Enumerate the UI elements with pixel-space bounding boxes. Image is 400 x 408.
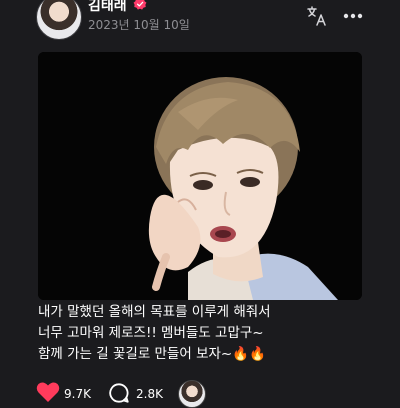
like-count: 9.7K — [64, 387, 91, 401]
post-caption: 내가 말했던 올해의 목표를 이루게 해줘서 너무 고마워 제로즈!! 멤버들도… — [38, 302, 368, 365]
portrait-image — [38, 52, 362, 300]
author-avatar[interactable] — [36, 0, 82, 40]
translate-icon[interactable] — [305, 4, 329, 28]
post-date: 2023년 10월 10일 — [88, 18, 190, 32]
comment-bubble-icon[interactable] — [108, 382, 130, 404]
caption-line: 내가 말했던 올해의 목표를 이루게 해줘서 — [38, 304, 271, 320]
commenter-avatar[interactable] — [178, 380, 206, 408]
post-header: 김태래 2023년 10월 10일 — [0, 0, 400, 44]
author-name[interactable]: 김태래 — [88, 0, 127, 15]
post-actions: 9.7K 2.8K — [0, 380, 400, 408]
more-dots-icon[interactable] — [341, 4, 365, 28]
caption-line-text: 함께 가는 길 꽃길로 만들어 보자~ — [38, 346, 233, 362]
caption-line: 너무 고마워 제로즈!! 멤버들도 고맙구~ — [38, 325, 264, 341]
fire-emoji: 🔥🔥 — [232, 346, 266, 362]
post-photo[interactable] — [38, 52, 362, 300]
comment-count: 2.8K — [136, 387, 163, 401]
verified-badge-icon — [133, 0, 147, 10]
caption-line: 함께 가는 길 꽃길로 만들어 보자~🔥🔥 — [38, 344, 368, 365]
